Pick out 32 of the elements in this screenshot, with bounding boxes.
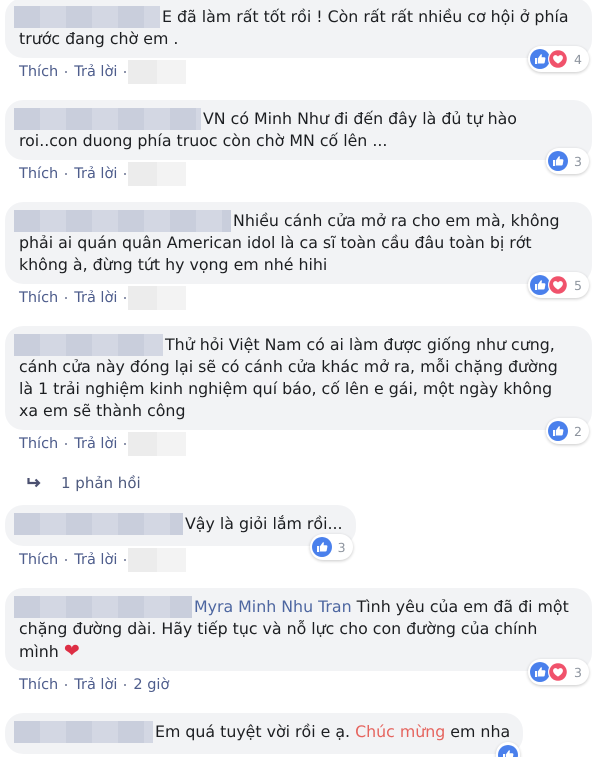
thumbs-up-icon xyxy=(312,537,332,557)
heart-icon xyxy=(548,275,568,295)
thumbs-up-icon xyxy=(548,151,568,171)
comment-text: VN có Minh Như đi đến đây là đủ tự hào roi..con duong phía truoc còn chờ MN cố lên ... xyxy=(19,109,517,150)
thumbs-up-icon xyxy=(530,275,550,295)
comment-text: Nhiều cánh cửa mở ra cho em mà, không phải ai quán quân American idol là ca sĩ toàn cầu đâu toàn bị rớt không à, đừng tứt hy vọng em nhé hihi xyxy=(19,211,560,274)
comment-text: Myra Minh Nhu Tran Tình yêu của em đã đi một chặng đường dài. Hãy tiếp tục và nỗ lực cho con đường của chính mình ❤ xyxy=(19,597,569,661)
reply-link[interactable]: Trả lời xyxy=(74,60,118,84)
thumbs-up-icon xyxy=(530,662,550,682)
like-link[interactable]: Thích xyxy=(19,673,58,697)
thumbs-up-icon xyxy=(530,49,550,69)
like-link[interactable]: Thích xyxy=(19,432,58,456)
thumbs-up-icon xyxy=(548,421,568,441)
like-link[interactable]: Thích xyxy=(19,286,58,310)
reply-link[interactable]: Trả lời xyxy=(74,673,118,697)
replies-link[interactable]: 1 phản hồi xyxy=(27,473,141,493)
heart-icon xyxy=(548,49,568,69)
reply-link[interactable]: Trả lời xyxy=(74,286,118,310)
timestamp-link[interactable]: 2 giờ xyxy=(133,673,170,697)
comment-text: E đã làm rất tốt rồi ! Còn rất rất nhiều cơ hội ở phía trước đang chờ em . xyxy=(19,7,569,48)
like-link[interactable]: Thích xyxy=(19,548,58,572)
reply-link[interactable]: Trả lời xyxy=(74,162,118,186)
comment-text: Vậy là giỏi lắm rồi... xyxy=(185,514,343,533)
bent-arrow-icon xyxy=(27,477,41,489)
mention-link[interactable]: Myra Minh Nhu Tran xyxy=(194,597,352,616)
heart-icon xyxy=(548,662,568,682)
like-link[interactable]: Thích xyxy=(19,162,58,186)
reply-link[interactable]: Trả lời xyxy=(74,548,118,572)
comment-text: Em quá tuyệt vời rồi e ạ. Chúc mừng em nha xyxy=(155,722,510,741)
comment-text: Thử hỏi Việt Nam có ai làm được giống như cưng, cánh cửa này đóng lại sẽ có cánh cửa khác mở ra, mỗi chặng đường là 1 trải nghiệm kinh nghiệm quí báo, cố lên e gái, một ngày không xa em sẽ thành công xyxy=(19,335,558,420)
like-link[interactable]: Thích xyxy=(19,60,58,84)
reply-link[interactable]: Trả lời xyxy=(74,432,118,456)
